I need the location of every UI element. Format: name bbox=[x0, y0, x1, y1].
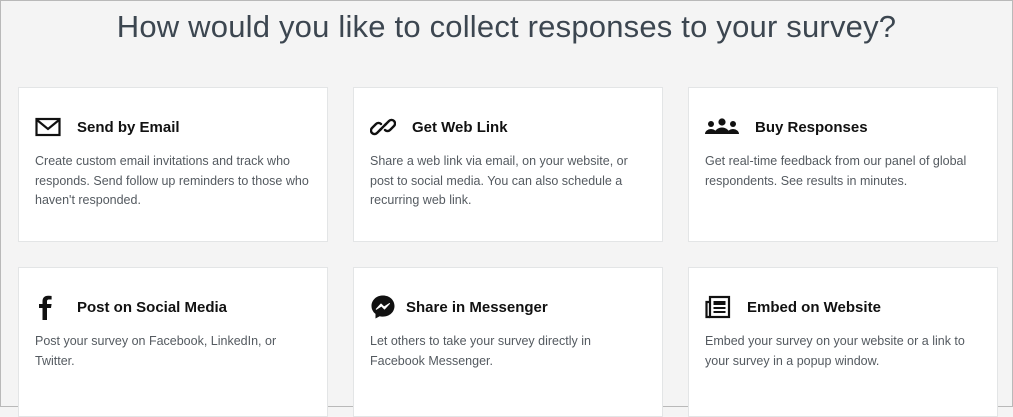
option-description: Let others to take your survey directly … bbox=[370, 334, 591, 368]
option-card-buy-responses[interactable]: Buy Responses Get real-time feedback fro… bbox=[688, 87, 998, 242]
page-title: How would you like to collect responses … bbox=[116, 9, 897, 44]
option-title: Post on Social Media bbox=[77, 298, 228, 316]
option-description: Embed your survey on your website or a l… bbox=[705, 334, 965, 368]
option-card-share-in-messenger[interactable]: Share in Messenger Let others to take yo… bbox=[353, 267, 663, 417]
option-title: Share in Messenger bbox=[406, 298, 548, 316]
option-title: Buy Responses bbox=[755, 118, 868, 136]
link-icon bbox=[370, 114, 398, 140]
option-description: Get real-time feedback from our panel of… bbox=[705, 154, 967, 188]
messenger-icon bbox=[370, 294, 396, 320]
option-title: Send by Email bbox=[77, 118, 180, 136]
option-card-embed-on-website[interactable]: Embed on Website Embed your survey on yo… bbox=[688, 267, 998, 417]
option-card-get-web-link[interactable]: Get Web Link Share a web link via email,… bbox=[353, 87, 663, 242]
option-card-send-by-email[interactable]: Send by Email Create custom email invita… bbox=[18, 87, 328, 242]
envelope-icon bbox=[35, 114, 63, 140]
option-description: Share a web link via email, on your webs… bbox=[370, 154, 628, 207]
option-description: Create custom email invitations and trac… bbox=[35, 154, 309, 207]
people-icon bbox=[705, 114, 741, 140]
option-card-post-on-social-media[interactable]: Post on Social Media Post your survey on… bbox=[18, 267, 328, 417]
option-title: Get Web Link bbox=[412, 118, 508, 136]
facebook-icon bbox=[35, 294, 63, 320]
embed-icon bbox=[705, 294, 733, 320]
option-title: Embed on Website bbox=[747, 298, 881, 316]
option-description: Post your survey on Facebook, LinkedIn, … bbox=[35, 334, 277, 368]
